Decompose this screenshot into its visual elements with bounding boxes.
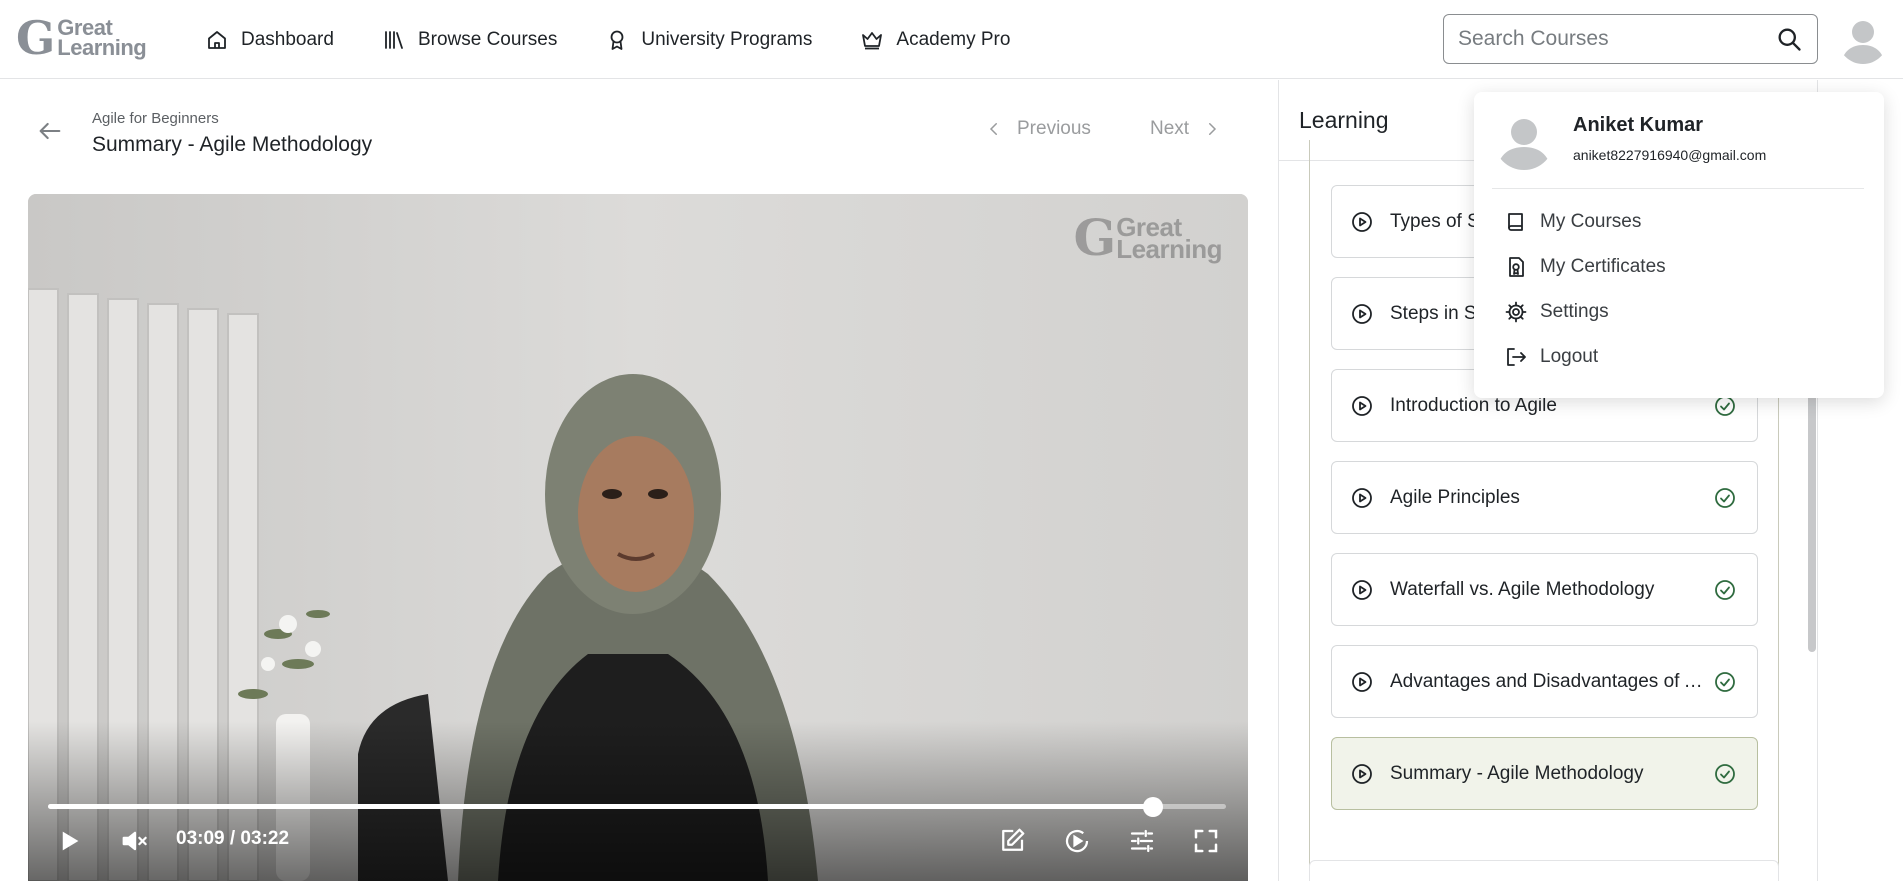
check-circle-icon [1715,672,1735,692]
home-icon [208,31,226,49]
play-icon [62,831,79,851]
video-progress-fill [48,804,1153,809]
book-icon [1508,213,1523,231]
next-module-box[interactable] [1309,860,1779,881]
check-circle-icon [1715,764,1735,784]
lesson-item[interactable]: Summary - Agile Methodology [1331,737,1758,810]
edit-note-icon [1002,828,1025,851]
certificate-icon [1509,257,1524,277]
watermark-wordmark: Great Learning [1116,214,1222,264]
search-icon[interactable] [1775,25,1803,53]
logo-glyph: G [16,11,56,65]
play-circle-icon [1352,211,1372,232]
great-learning-logo[interactable]: G Great Learning [16,14,151,62]
logo-line-2: Learning [57,35,147,60]
menu-settings-label: Settings [1540,301,1609,322]
previous-button[interactable]: Previous [985,118,1091,140]
panel-scrollbar[interactable] [1808,380,1816,652]
logo-wordmark: Great Learning [57,17,147,60]
lesson-title: Summary - Agile Methodology [1390,762,1644,784]
nav-academy-pro-label: Academy Pro [896,29,1011,50]
menu-settings[interactable]: Settings [1504,300,1609,324]
play-circle-icon [1352,763,1372,784]
award-icon [610,30,624,50]
nav-university-programs[interactable]: University Programs [605,28,812,52]
menu-my-courses[interactable]: My Courses [1504,210,1641,234]
lesson-title: Advantages and Disadvantages of A... [1390,670,1710,692]
lesson-title: Waterfall vs. Agile Methodology [1390,578,1655,600]
user-avatar-icon [1841,21,1885,64]
nav-dashboard[interactable]: Dashboard [205,28,334,52]
play-button[interactable] [52,824,86,858]
notes-button[interactable] [995,824,1029,858]
profile-avatar [1494,110,1554,170]
nav-browse-courses[interactable]: Browse Courses [382,28,557,52]
play-circle-icon [1352,395,1372,416]
profile-email: aniket8227916940@gmail.com [1573,147,1767,163]
video-progress-handle[interactable] [1142,797,1163,817]
nav-dashboard-label: Dashboard [241,29,334,50]
nav-university-programs-label: University Programs [641,29,813,50]
lesson-item[interactable]: Waterfall vs. Agile Methodology [1331,553,1758,626]
check-circle-icon [1715,488,1735,508]
lesson-item[interactable]: Advantages and Disadvantages of A... [1331,645,1758,718]
menu-my-courses-label: My Courses [1540,211,1642,232]
chevron-right-icon [1209,123,1217,135]
previous-label: Previous [1017,118,1091,139]
sliders-icon [1130,829,1154,853]
menu-my-certificates[interactable]: My Certificates [1504,255,1666,279]
video-time: 03:09 / 03:22 [176,828,290,849]
menu-my-certificates-label: My Certificates [1540,256,1666,277]
check-circle-icon [1715,580,1735,600]
volume-muted-icon [122,831,147,851]
autoplay-icon [1065,829,1089,853]
watermark-line-2: Learning [1116,233,1222,264]
settings-sliders-button[interactable] [1125,824,1159,858]
watermark-glyph: G [1073,208,1117,267]
profile-avatar-icon [1497,119,1551,170]
lesson-item[interactable]: Agile Principles [1331,461,1758,534]
menu-logout-label: Logout [1540,346,1599,367]
profile-name: Aniket Kumar [1573,114,1704,136]
fullscreen-icon [1194,829,1218,853]
play-circle-icon [1352,487,1372,508]
crown-icon [862,32,883,50]
profile-divider [1492,188,1864,189]
back-arrow-icon[interactable] [36,117,64,145]
autoplay-button[interactable] [1060,824,1094,858]
video-progress-bar[interactable] [48,797,1226,817]
search-box [1443,14,1818,64]
next-button[interactable]: Next [1150,118,1221,140]
video-player[interactable]: G Great Learning 03:09 / 03:22 [28,194,1248,881]
next-label: Next [1150,118,1190,139]
lesson-title: Agile Principles [1390,486,1520,508]
play-circle-icon [1352,671,1372,692]
chevron-left-icon [989,123,997,135]
lecture-title: Summary - Agile Methodology [92,133,373,156]
gear-icon [1505,301,1527,323]
nav-browse-courses-label: Browse Courses [417,29,558,50]
play-circle-icon [1352,579,1372,600]
profile-dropdown: Aniket Kumar aniket8227916940@gmail.com … [1474,92,1884,398]
top-navbar: G Great Learning Dashboard Browse Course… [0,0,1903,79]
mute-button[interactable] [118,824,152,858]
logout-icon [1507,348,1526,366]
fullscreen-button[interactable] [1189,824,1223,858]
user-avatar-button[interactable] [1838,14,1888,64]
play-circle-icon [1352,303,1372,324]
menu-logout[interactable]: Logout [1504,345,1598,369]
nav-academy-pro[interactable]: Academy Pro [860,28,1010,52]
library-icon [385,31,403,49]
video-watermark: G Great Learning [1074,208,1223,267]
learning-panel-title: Learning [1299,107,1389,133]
main-nav: Dashboard Browse Courses University Prog… [205,22,1058,58]
search-input[interactable] [1458,27,1775,51]
course-breadcrumb[interactable]: Agile for Beginners [92,110,219,127]
